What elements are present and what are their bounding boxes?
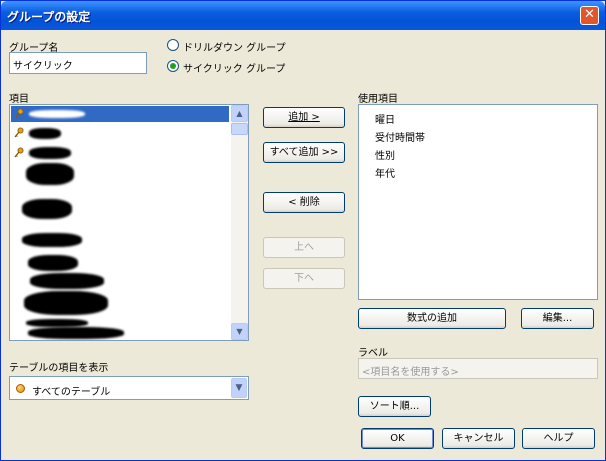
used-items-label: 使用項目 [358,94,398,105]
key-icon [14,108,24,119]
list-item[interactable]: 年代 [375,165,395,180]
cyclic-radio[interactable] [167,60,179,72]
dropdown-button[interactable]: ▼ [231,378,247,398]
list-item[interactable] [11,145,229,161]
redacted-text [26,163,74,185]
redacted-text [26,319,88,327]
table-filter-label: テーブルの項目を表示 [9,363,109,374]
items-label: 項目 [9,94,29,105]
key-icon [14,127,24,138]
redacted-text [28,255,78,271]
ok-button[interactable]: OK [361,428,434,449]
add-button-label: 追加 > [288,112,320,123]
redacted-text [30,273,104,289]
help-button-label: ヘルプ [543,433,574,444]
list-item[interactable] [11,125,229,141]
redacted-text [22,199,72,219]
cyclic-radio-label[interactable]: サイクリック グループ [183,60,285,75]
sort-order-button[interactable]: ソート順... [358,396,431,417]
redacted-text [29,128,61,139]
redacted-text [29,110,85,118]
key-icon [14,147,24,158]
move-down-button[interactable]: 下へ [263,268,345,289]
scroll-down-button[interactable]: ▼ [231,323,248,340]
add-button[interactable]: 追加 > [263,107,345,128]
list-item[interactable]: 性別 [375,147,395,162]
table-filter-value: すべてのテーブル [32,387,111,398]
add-all-button-label: すべて追加 >> [269,147,339,158]
window-title: グループの設定 [7,10,91,24]
move-down-button-label: 下へ [294,273,314,284]
dialog-window: グループの設定 ✕ グループ名 サイクリック ドリルダウン グループ サイクリッ… [0,0,606,461]
remove-button[interactable]: < 削除 [263,192,345,213]
list-item[interactable]: 曜日 [375,111,395,126]
help-button[interactable]: ヘルプ [522,428,595,449]
add-formula-button-label: 数式の追加 [407,313,457,324]
add-formula-button[interactable]: 数式の追加 [358,308,506,329]
close-button[interactable]: ✕ [580,6,599,25]
redacted-text [28,327,124,339]
remove-button-label: < 削除 [288,197,320,208]
list-item[interactable] [11,106,229,122]
scroll-up-button[interactable]: ▲ [231,105,248,122]
title-bar[interactable]: グループの設定 ✕ [1,1,605,30]
drilldown-radio-label[interactable]: ドリルダウン グループ [183,39,286,54]
items-scrollbar[interactable]: ▲ ▼ [231,105,248,340]
cancel-button-label: キャンセル [453,433,504,444]
cancel-button[interactable]: キャンセル [442,428,515,449]
group-name-value: サイクリック [13,61,73,72]
orange-circle-icon [16,384,25,393]
chevron-down-icon: ▼ [235,383,243,393]
label-input[interactable]: <項目名を使用する> [358,358,598,379]
edit-button-label: 編集... [542,313,573,324]
used-items-list[interactable]: 曜日 受付時間帯 性別 年代 [358,104,598,300]
redacted-text [24,291,108,315]
drilldown-radio[interactable] [167,39,179,51]
items-list[interactable]: ▲ ▼ [9,104,249,341]
add-all-button[interactable]: すべて追加 >> [263,142,345,163]
sort-order-button-label: ソート順... [369,401,420,412]
redacted-text [22,233,82,247]
radio-selected-dot [170,63,176,69]
move-up-button[interactable]: 上へ [263,237,345,258]
table-filter-select[interactable]: すべてのテーブル ▼ [9,376,249,400]
edit-button[interactable]: 編集... [521,308,594,329]
ok-button-label: OK [390,433,405,444]
close-icon: ✕ [584,7,595,22]
redacted-text [29,147,71,159]
label-field-label: ラベル [358,348,388,359]
list-item[interactable]: 受付時間帯 [375,129,425,144]
group-name-input[interactable]: サイクリック [9,52,147,74]
move-up-button-label: 上へ [294,242,314,253]
scroll-thumb[interactable] [231,123,248,135]
label-placeholder: <項目名を使用する> [362,367,459,378]
chevron-down-icon: ▼ [236,327,243,336]
chevron-up-icon: ▲ [236,109,243,118]
